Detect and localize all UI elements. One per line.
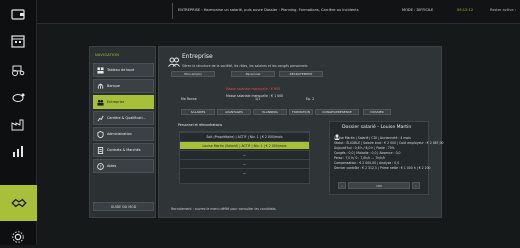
tab-leave-presence[interactable]: CONGÉS/PRÉSENCE (315, 109, 359, 115)
dossier-line: Statut : ÉLIGIBLE | Salaire brut : € 2 0… (334, 141, 444, 145)
nav-item-label: Banque (107, 84, 120, 88)
career-icon (97, 115, 104, 122)
dossier-line: Louise Martin | Salarié | CDI | Ancienne… (334, 136, 411, 140)
my-job-button[interactable]: Mon emploi (171, 71, 215, 77)
nav-item-company[interactable]: Entreprise (93, 95, 154, 109)
staff-list: Soit (Propriétaire) | ACTIF | Niv. 1 | €… (179, 131, 310, 184)
bank-icon (97, 82, 104, 90)
top-bar: ENTREPRISE : Harmonise un salarié, puis … (37, 0, 520, 24)
staff-row[interactable]: — (180, 159, 309, 167)
nav-item-dashboard[interactable]: Tableau de bord (93, 63, 154, 77)
nav-item-contracts[interactable]: Contrats & Marchés (93, 143, 154, 157)
page-title: Entreprise (182, 53, 213, 60)
nav-item-label: Carrière & Qualificati... (107, 116, 146, 120)
animals-icon[interactable] (7, 86, 29, 108)
nav-item-label: Contrats & Marchés (107, 148, 141, 152)
people-icon (168, 52, 180, 71)
mod-guide-button[interactable]: GUIDE DU MOD (93, 202, 154, 211)
nav-item-label: Entreprise (107, 100, 125, 104)
employee-dossier-panel: Dossier salarié - Louise Martin Louise M… (329, 121, 444, 195)
admin-icon (97, 130, 104, 138)
company-panel: Entreprise Gérez la structure de la soci… (158, 46, 444, 218)
recruitment-button[interactable]: RECRUTEMENT (279, 71, 323, 77)
dossier-line: Aujourd'hui : 0,6 h / 8,0 h | Poste : 75… (334, 146, 395, 150)
wallet-icon[interactable] (7, 3, 29, 25)
stats-icon[interactable] (7, 140, 29, 162)
keep-active-link[interactable]: Rester active › (490, 8, 516, 12)
navigation-panel: NAVIGATION Tableau de bord Banque Entrep… (89, 46, 156, 218)
tab-planning[interactable]: PLANNING (253, 109, 287, 115)
my-role-label: Ma Ronne (181, 97, 197, 101)
page-description: Gérez la structure de la société, les rô… (182, 64, 308, 68)
tab-benefits[interactable]: AVANTAGES (217, 109, 251, 115)
staff-section-title: Personnel et rémunérations (178, 123, 223, 127)
dossier-line: Congés : 0,0 | Maladie : 0,0 | Absence :… (334, 151, 401, 155)
tab-dossier[interactable]: DOSSIER (363, 109, 391, 115)
handshake-icon[interactable] (0, 185, 37, 221)
nav-item-career[interactable]: Carrière & Qualificati... (93, 111, 154, 125)
staff-button[interactable]: Personnel (231, 71, 275, 77)
dossier-line: Compensation : € 2 000,00 | Analyse : 0,… (334, 161, 400, 165)
my-role-value: 1/1 (255, 97, 261, 101)
staff-row-selected[interactable]: Louise Martin (Salarié) | ACTIF | Niv. 1… (180, 141, 309, 149)
tractor-icon[interactable] (7, 58, 29, 80)
game-clock: 09:12:12 (457, 8, 474, 12)
nav-item-bank[interactable]: Banque (93, 79, 154, 93)
contract-type-select[interactable]: CDI (348, 182, 410, 189)
navigation-header: NAVIGATION (95, 53, 120, 57)
calendar-icon[interactable] (7, 30, 29, 52)
dossier-line: Dernier contrôle : € 2 312,5 | Prime net… (334, 166, 431, 170)
tab-salaries[interactable]: SALAIRES (181, 109, 215, 115)
nav-item-help[interactable]: ? Aides (93, 159, 154, 173)
staff-row[interactable]: Soit (Propriétaire) | ACTIF | Niv. 1 | €… (180, 132, 309, 140)
dossier-title: Dossier salarié - Louise Martin (342, 125, 412, 130)
icon-rail (0, 0, 37, 245)
payroll-monthly: Masse salariale mensuelle : € 600 (226, 87, 281, 91)
nav-item-administration[interactable]: Administration (93, 127, 154, 141)
episode-label: Ep. 2 (306, 97, 315, 101)
staff-row[interactable]: — (180, 168, 309, 176)
nav-item-label: Tableau de bord (107, 68, 135, 72)
contract-icon (97, 146, 104, 154)
separator (172, 3, 173, 19)
previous-button[interactable]: ‹ (338, 182, 346, 189)
nav-item-label: Administration (107, 132, 132, 136)
dashboard-icon (97, 66, 104, 74)
help-icon: ? (97, 162, 104, 170)
nav-item-label: Aides (107, 164, 117, 168)
factory-icon[interactable] (7, 113, 29, 135)
difficulty-mode: MODE : DIFFICILE (402, 8, 434, 12)
people-icon (97, 99, 104, 106)
top-message: ENTREPRISE : Harmonise un salarié, puis … (178, 8, 359, 12)
recruitment-hint: Recrutement : ouvrez le menu défilé pour… (171, 207, 277, 211)
next-button[interactable]: › (412, 182, 420, 189)
dossier-line: Perso : 7,0 h/ 0 : 7,0h/h — 7h/h/h (334, 156, 386, 160)
staff-row[interactable]: — (180, 150, 309, 158)
tab-training[interactable]: FORMATION (289, 109, 313, 115)
